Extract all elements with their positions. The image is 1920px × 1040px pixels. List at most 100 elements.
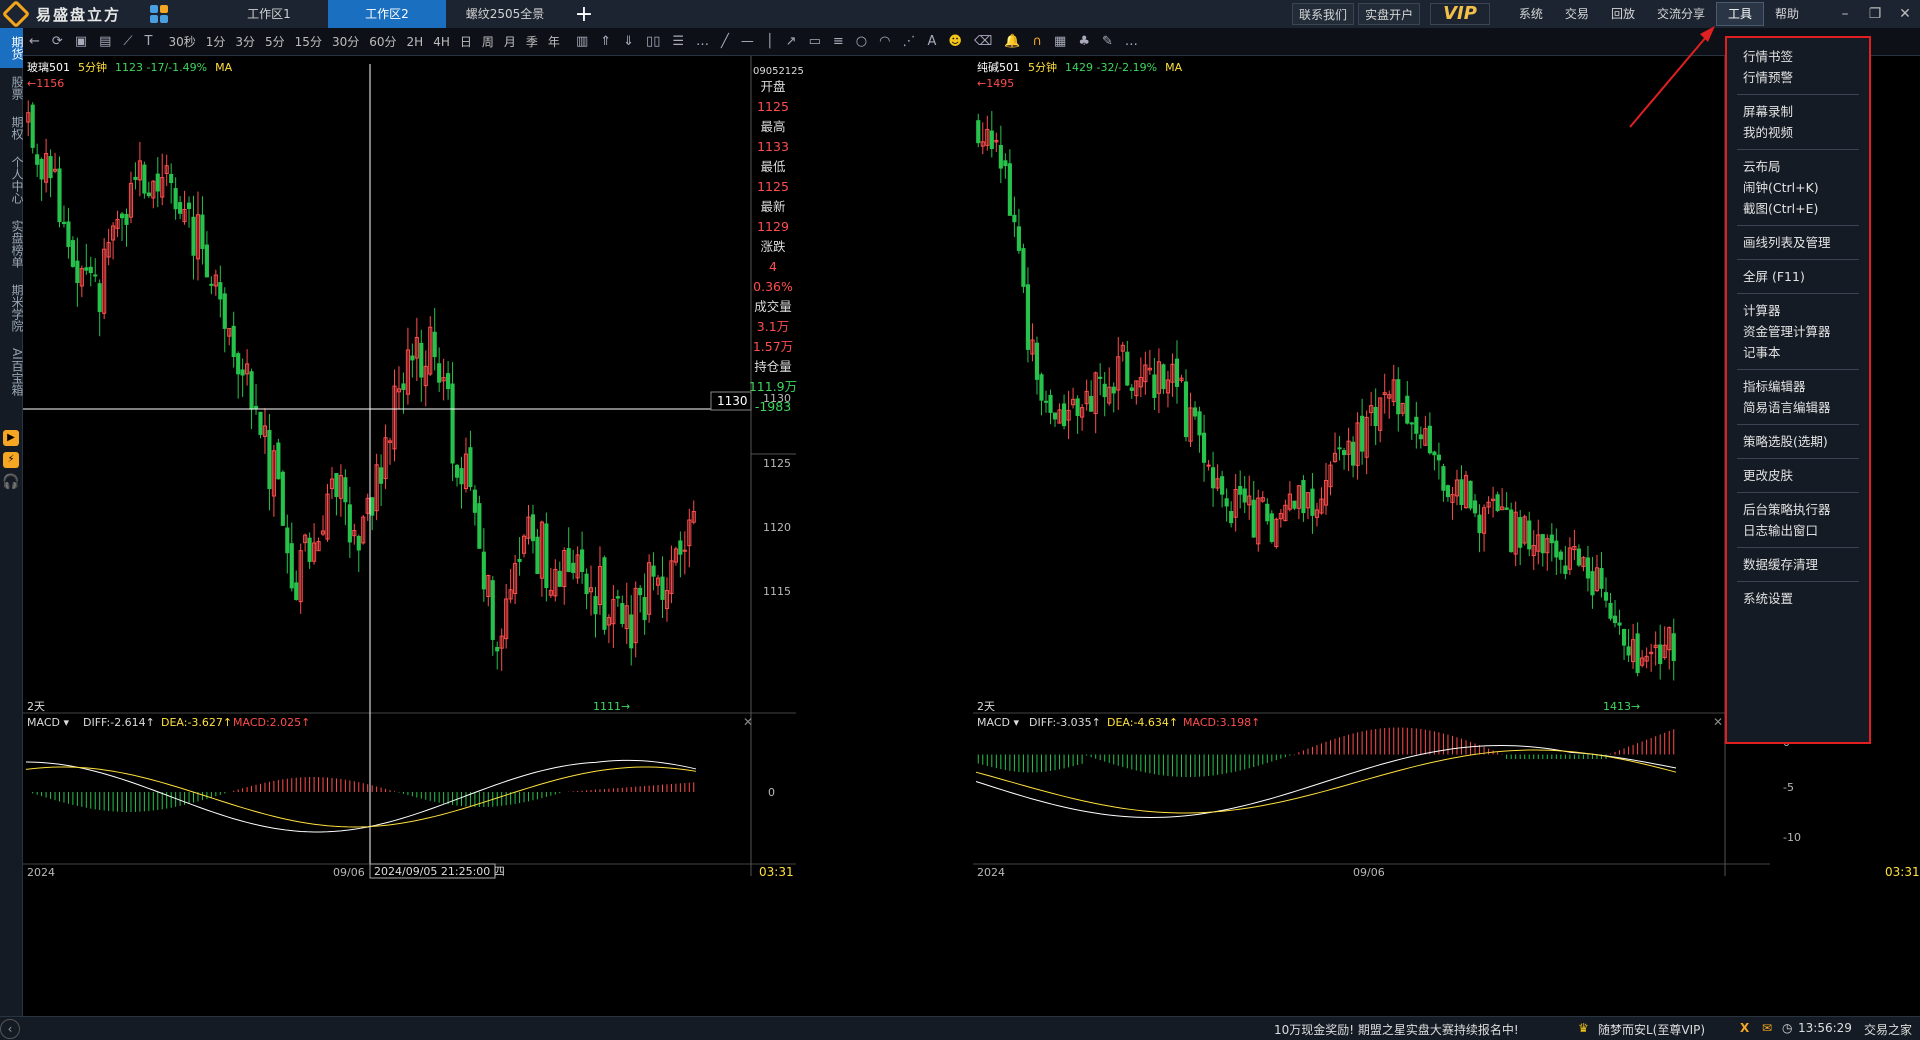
layout-grid-icon[interactable] xyxy=(150,5,168,23)
draw-rect-icon[interactable]: ▭ xyxy=(803,34,827,49)
draw-fib-icon[interactable]: ≡ xyxy=(827,34,850,49)
back-icon[interactable]: ← xyxy=(23,34,46,49)
menu-item[interactable]: 数据缓存清理 xyxy=(1727,554,1869,575)
open-icon[interactable]: ▤ xyxy=(93,34,117,49)
menu-item[interactable]: 后台策略执行器 xyxy=(1727,499,1869,520)
period-button[interactable]: 30分 xyxy=(327,35,364,49)
workspace-tab[interactable]: 螺纹2505全景 xyxy=(446,0,564,28)
text-icon[interactable]: T xyxy=(139,34,159,49)
period-button[interactable]: 1分 xyxy=(201,35,231,49)
macd-close-icon[interactable]: ✕ xyxy=(1713,715,1723,729)
period-button[interactable]: 2H xyxy=(402,35,429,49)
period-button[interactable]: 周 xyxy=(477,35,499,49)
period-button[interactable]: 年 xyxy=(543,35,565,49)
status-back-icon[interactable]: ‹ xyxy=(0,1019,20,1039)
period-button[interactable]: 日 xyxy=(455,35,477,49)
play-icon[interactable]: ▶ xyxy=(3,429,19,446)
sidebar-item[interactable]: 股票 xyxy=(0,68,24,108)
sidebar-item[interactable]: 期权 xyxy=(0,108,24,148)
period-button[interactable]: 月 xyxy=(499,35,521,49)
draw-ray-icon[interactable]: ↗ xyxy=(780,34,803,49)
menu-5[interactable]: 帮助 xyxy=(1764,0,1810,28)
menu-item[interactable]: 截图(Ctrl+E) xyxy=(1727,198,1869,219)
draw-text-icon[interactable]: A xyxy=(921,34,942,49)
sidebar-item[interactable]: 实盘榜单 xyxy=(0,212,24,276)
period-button[interactable]: 30秒 xyxy=(163,35,200,49)
x-icon[interactable]: X xyxy=(1740,1021,1749,1035)
sidebar-item[interactable]: AI百宝箱 xyxy=(0,340,24,404)
restore-icon[interactable]: ❐ xyxy=(1860,6,1890,22)
menu-item[interactable]: 行情预警 xyxy=(1727,67,1869,88)
macd-label[interactable]: MACD ▾ xyxy=(27,716,69,729)
more-icon[interactable]: … xyxy=(690,34,715,49)
more2-icon[interactable]: … xyxy=(1119,34,1144,49)
user-name[interactable]: 随梦而安L(至尊VIP) xyxy=(1598,1021,1705,1038)
workspace-tab[interactable]: 工作区2 xyxy=(328,0,446,28)
sidebar-item[interactable]: 期米学院 xyxy=(0,276,24,340)
menu-item[interactable]: 系统设置 xyxy=(1727,588,1869,609)
add-tab-button[interactable]: + xyxy=(564,2,604,27)
vip-badge[interactable]: VIP xyxy=(1430,3,1490,25)
indicator-icon[interactable]: ⟋ xyxy=(117,34,138,49)
menu-item[interactable]: 日志输出窗口 xyxy=(1727,520,1869,541)
menu-item[interactable]: 简易语言编辑器 xyxy=(1727,397,1869,418)
contact-button[interactable]: 联系我们 xyxy=(1292,3,1355,25)
period-button[interactable]: 季 xyxy=(521,35,543,49)
menu-1[interactable]: 交易 xyxy=(1554,0,1600,28)
period-button[interactable]: 15分 xyxy=(290,35,327,49)
menu-item[interactable]: 指标编辑器 xyxy=(1727,376,1869,397)
menu-item[interactable]: 闹钟(Ctrl+K) xyxy=(1727,177,1869,198)
draw-arc-icon[interactable]: ◠ xyxy=(873,34,896,49)
menu-item[interactable]: 我的视频 xyxy=(1727,122,1869,143)
menu-item[interactable]: 更改皮肤 xyxy=(1727,465,1869,486)
period-button[interactable]: 60分 xyxy=(364,35,401,49)
menu-3[interactable]: 交流分享 xyxy=(1646,0,1716,28)
smiley-icon[interactable]: ☻ xyxy=(942,34,968,49)
kline-style-icon[interactable]: ▥ xyxy=(570,34,594,49)
refresh-icon[interactable]: ⟳ xyxy=(46,34,69,49)
split-horizontal-icon[interactable]: ☰ xyxy=(666,34,690,49)
open-account-button[interactable]: 实盘开户 xyxy=(1358,3,1421,25)
eraser-icon[interactable]: ⌫ xyxy=(968,34,998,49)
headset-icon[interactable]: 🎧 xyxy=(2,474,19,490)
up-arrow-icon[interactable]: ⇑ xyxy=(594,34,617,49)
close-icon[interactable]: ✕ xyxy=(1890,6,1920,22)
draw-vline-icon[interactable]: │ xyxy=(760,34,780,49)
save-icon[interactable]: ▣ xyxy=(69,34,93,49)
bell-icon[interactable]: 🔔 xyxy=(998,34,1026,49)
period-button[interactable]: 4H xyxy=(428,35,455,49)
menu-4[interactable]: 工具 xyxy=(1715,2,1764,26)
down-arrow-icon[interactable]: ⇓ xyxy=(617,34,640,49)
menu-0[interactable]: 系统 xyxy=(1508,0,1554,28)
cluster-icon[interactable]: ♣ xyxy=(1072,34,1096,49)
ruler-icon[interactable]: ▦ xyxy=(1048,34,1072,49)
menu-item[interactable]: 资金管理计算器 xyxy=(1727,321,1869,342)
minimize-icon[interactable]: – xyxy=(1830,6,1860,22)
menu-2[interactable]: 回放 xyxy=(1600,0,1646,28)
draw-line-icon[interactable]: ╱ xyxy=(715,34,735,49)
macd-label[interactable]: MACD ▾ xyxy=(977,716,1019,729)
sidebar-item[interactable]: 期货 xyxy=(0,28,24,68)
left-candle-chart[interactable]: 1130112511201115113009052125开盘1125最高1133… xyxy=(23,56,972,1016)
menu-item[interactable]: 画线列表及管理 xyxy=(1727,232,1869,253)
macd-close-icon[interactable]: ✕ xyxy=(743,715,753,729)
menu-item[interactable]: 策略选股(选期) xyxy=(1727,431,1869,452)
menu-item[interactable]: 屏幕录制 xyxy=(1727,101,1869,122)
promo-text[interactable]: 10万现金奖励! 期盟之星实盘大赛持续报名中! xyxy=(1274,1021,1519,1038)
draw-hline-icon[interactable]: — xyxy=(735,34,760,49)
flash-icon[interactable]: ⚡ xyxy=(3,451,19,468)
menu-item[interactable]: 行情书签 xyxy=(1727,46,1869,67)
period-button[interactable]: 5分 xyxy=(260,35,290,49)
workspace-tab[interactable]: 工作区1 xyxy=(210,0,328,28)
menu-item[interactable]: 云布局 xyxy=(1727,156,1869,177)
mail-icon[interactable]: ✉ xyxy=(1762,1021,1772,1035)
trade-home-link[interactable]: 交易之家 xyxy=(1864,1021,1912,1038)
pen-icon[interactable]: ✎ xyxy=(1096,34,1119,49)
magnet-icon[interactable]: ∩ xyxy=(1027,34,1049,49)
sidebar-item[interactable]: 个人中心 xyxy=(0,148,24,212)
left-chart-panel[interactable]: 玻璃501 5分钟 1123 -17/-1.49% MA 1130 1125 112… xyxy=(23,56,972,1016)
period-button[interactable]: 3分 xyxy=(230,35,260,49)
draw-fan-icon[interactable]: ⋰ xyxy=(896,34,921,49)
menu-item[interactable]: 记事本 xyxy=(1727,342,1869,363)
menu-item[interactable]: 全屏 (F11) xyxy=(1727,266,1869,287)
